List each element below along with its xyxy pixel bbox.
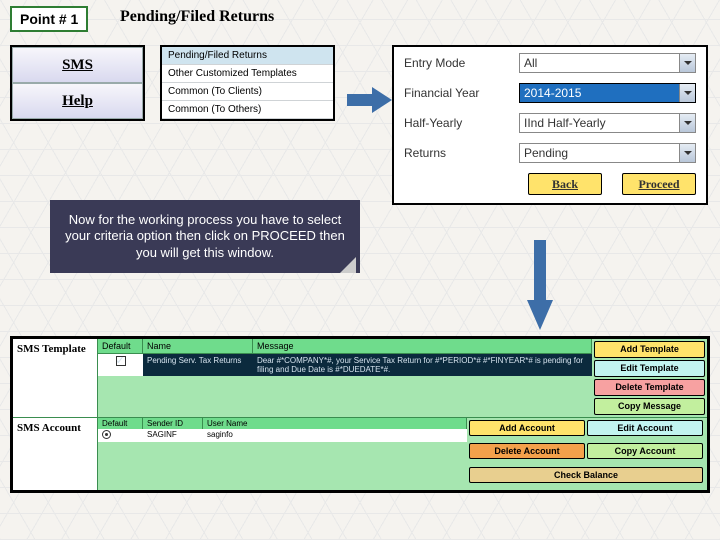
arrow-right-icon — [347, 85, 392, 115]
edit-template-button[interactable]: Edit Template — [594, 360, 705, 377]
col-sender-id: Sender ID — [143, 418, 203, 429]
chevron-down-icon — [679, 54, 695, 72]
proceed-button[interactable]: Proceed — [622, 173, 696, 195]
select-entry-mode[interactable]: All — [519, 53, 696, 73]
col-default: Default — [98, 339, 143, 353]
select-returns[interactable]: Pending — [519, 143, 696, 163]
add-template-button[interactable]: Add Template — [594, 341, 705, 358]
chevron-down-icon — [679, 84, 695, 102]
cell-user-name: saginfo — [203, 429, 467, 442]
menu-panel: Pending/Filed Returns Other Customized T… — [160, 45, 335, 121]
label-half-yearly: Half-Yearly — [404, 116, 519, 130]
label-entry-mode: Entry Mode — [404, 56, 519, 70]
back-button[interactable]: Back — [528, 173, 602, 195]
checkbox-default[interactable] — [116, 356, 126, 366]
chevron-down-icon — [679, 144, 695, 162]
delete-account-button[interactable]: Delete Account — [469, 443, 585, 459]
value-entry-mode: All — [524, 56, 537, 70]
col-message: Message — [253, 339, 592, 353]
params-panel: Entry Mode All Financial Year 2014-2015 … — [392, 45, 708, 205]
chevron-down-icon — [679, 114, 695, 132]
label-returns: Returns — [404, 146, 519, 160]
delete-template-button[interactable]: Delete Template — [594, 379, 705, 396]
nav-panel: SMS Help — [10, 45, 145, 121]
nav-help[interactable]: Help — [12, 83, 143, 119]
cell-name: Pending Serv. Tax Returns — [143, 354, 253, 376]
arrow-down-icon — [525, 240, 555, 335]
edit-account-button[interactable]: Edit Account — [587, 420, 703, 436]
menu-item-common-others[interactable]: Common (To Others) — [162, 101, 333, 119]
copy-message-button[interactable]: Copy Message — [594, 398, 705, 415]
table-row[interactable]: Pending Serv. Tax Returns Dear #*COMPANY… — [98, 354, 592, 376]
cell-message: Dear #*COMPANY*#, your Service Tax Retur… — [253, 354, 592, 376]
instruction-note: Now for the working process you have to … — [50, 200, 360, 273]
template-panel: SMS Template Default Name Message Pendin… — [10, 336, 710, 493]
value-fin-year: 2014-2015 — [524, 86, 581, 100]
select-fin-year[interactable]: 2014-2015 — [519, 83, 696, 103]
col-acct-default: Default — [98, 418, 143, 429]
cell-sender-id: SAGINF — [143, 429, 203, 442]
label-sms-template: SMS Template — [13, 339, 98, 417]
col-name: Name — [143, 339, 253, 353]
point-tag: Point # 1 — [10, 6, 88, 32]
menu-item-common-clients[interactable]: Common (To Clients) — [162, 83, 333, 101]
select-half-yearly[interactable]: IInd Half-Yearly — [519, 113, 696, 133]
value-half-yearly: IInd Half-Yearly — [524, 116, 606, 130]
page-title: Pending/Filed Returns — [120, 8, 274, 26]
value-returns: Pending — [524, 146, 568, 160]
menu-item-other-templates[interactable]: Other Customized Templates — [162, 65, 333, 83]
check-balance-button[interactable]: Check Balance — [469, 467, 703, 483]
col-user-name: User Name — [203, 418, 467, 429]
copy-account-button[interactable]: Copy Account — [587, 443, 703, 459]
add-account-button[interactable]: Add Account — [469, 420, 585, 436]
radio-default[interactable] — [102, 430, 111, 439]
label-sms-account: SMS Account — [13, 418, 98, 490]
label-fin-year: Financial Year — [404, 86, 519, 100]
table-row[interactable]: SAGINF saginfo — [98, 429, 467, 442]
nav-sms[interactable]: SMS — [12, 47, 143, 83]
menu-item-pending-filed[interactable]: Pending/Filed Returns — [162, 47, 333, 65]
